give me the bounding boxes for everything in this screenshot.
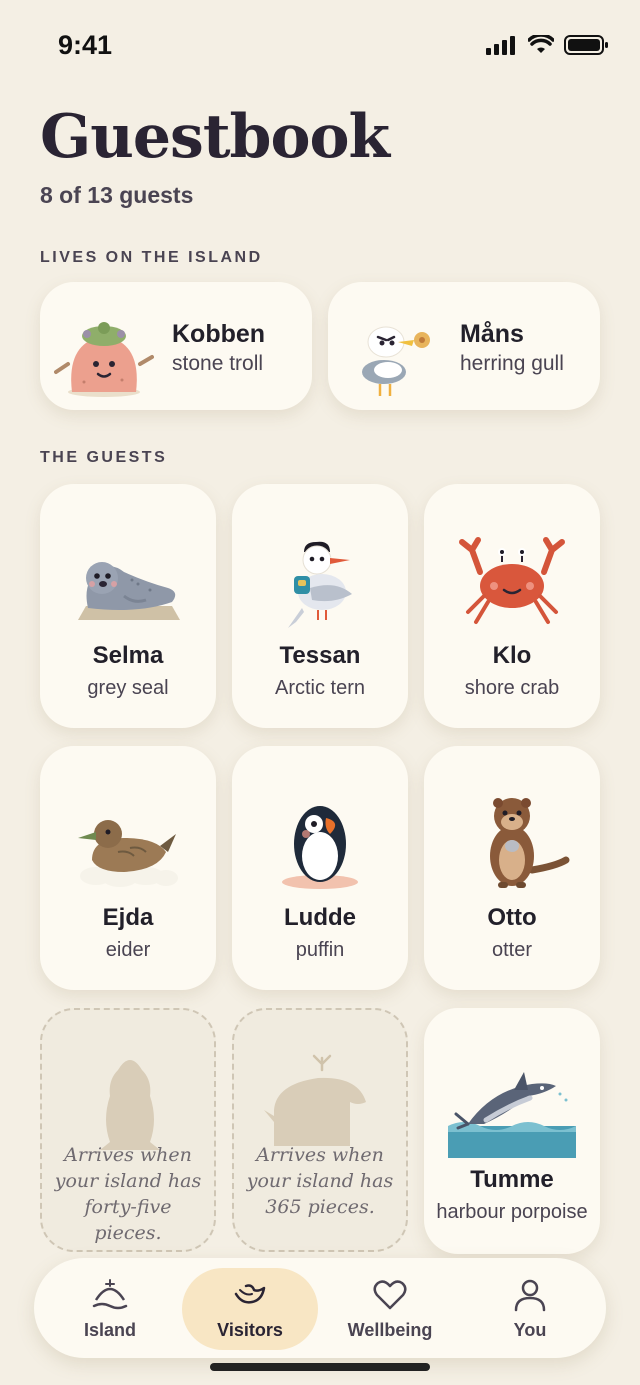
section-label-guests: THE GUESTS: [40, 449, 168, 466]
eider-icon: [78, 820, 178, 887]
guest-card-tessan[interactable]: Tessan Arctic tern: [232, 484, 408, 728]
signal-icon: [486, 36, 515, 55]
resident-kind: herring gull: [460, 352, 564, 375]
guest-card-ludde[interactable]: Ludde puffin: [232, 746, 408, 990]
guest-kind: grey seal: [87, 677, 169, 699]
home-indicator: [210, 1363, 430, 1371]
resident-name: Måns: [460, 320, 524, 348]
status-time: 9:41: [58, 30, 113, 60]
guest-card-ejda[interactable]: Ejda eider: [40, 746, 216, 990]
tab-bar: Island Visitors Wellbeing You: [34, 1258, 606, 1358]
tab-label: Visitors: [217, 1320, 283, 1340]
guest-card-tumme[interactable]: Tumme harbour porpoise: [424, 1008, 600, 1254]
bird-icon: [234, 1284, 266, 1304]
guest-kind: Arctic tern: [274, 677, 366, 699]
owl-silhouette-icon: [100, 1060, 160, 1150]
guest-name: Selma: [92, 642, 164, 669]
guest-name: Ludde: [284, 904, 356, 931]
guest-kind: puffin: [295, 939, 345, 961]
page-title: Guestbook: [40, 102, 390, 172]
locked-guest-message: Arrives when your island has 365 pieces.: [246, 1144, 394, 1218]
resident-kind: stone troll: [172, 352, 264, 375]
tab-label: Island: [83, 1320, 136, 1340]
island-icon: [92, 1279, 128, 1310]
tab-visitors[interactable]: Visitors: [182, 1268, 318, 1350]
locked-guest-message: Arrives when your island has forty-five …: [54, 1144, 202, 1244]
guest-name: Tessan: [279, 642, 361, 669]
heart-icon: [373, 1280, 407, 1310]
guest-card-klo[interactable]: Klo shore crab: [424, 484, 600, 728]
guest-card-selma[interactable]: Selma grey seal: [40, 484, 216, 728]
resident-name: Kobben: [172, 320, 266, 348]
guest-name: Tumme: [470, 1166, 554, 1193]
guest-count: 8 of 13 guests: [40, 182, 194, 208]
guest-kind: harbour porpoise: [436, 1201, 588, 1223]
status-icons: [486, 34, 610, 56]
person-icon: [514, 1279, 546, 1312]
section-label-residents: LIVES ON THE ISLAND: [40, 249, 263, 266]
tab-label: Wellbeing: [347, 1320, 433, 1340]
guest-card-otto[interactable]: Otto otter: [424, 746, 600, 990]
shore-crab-icon: [459, 537, 565, 624]
locked-guest-card-2[interactable]: Arrives when your island has 365 pieces.: [232, 1008, 408, 1252]
grey-seal-icon: [78, 562, 180, 620]
tab-label: You: [513, 1320, 547, 1340]
puffin-icon: [282, 806, 358, 889]
resident-card-mans[interactable]: Måns herring gull: [328, 282, 600, 410]
guest-name: Klo: [492, 642, 532, 669]
tab-wellbeing[interactable]: Wellbeing: [322, 1268, 458, 1350]
tab-island[interactable]: Island: [42, 1268, 178, 1350]
battery-icon: [564, 35, 608, 55]
guest-name: Otto: [487, 904, 537, 931]
guest-kind: otter: [491, 939, 533, 961]
wifi-icon: [528, 35, 554, 53]
herring-gull-icon: [362, 326, 430, 396]
locked-guest-card-1[interactable]: Arrives when your island has forty-five …: [40, 1008, 216, 1252]
guest-kind: shore crab: [464, 677, 560, 699]
status-bar: 9:41: [0, 0, 640, 90]
resident-card-kobben[interactable]: Kobben stone troll: [40, 282, 312, 410]
whale-silhouette-icon: [264, 1054, 366, 1146]
tab-you[interactable]: You: [462, 1268, 598, 1350]
guest-kind: eider: [105, 939, 151, 961]
arctic-tern-icon: [288, 541, 352, 628]
stone-troll-icon: [54, 322, 154, 397]
otter-icon: [490, 798, 570, 888]
guest-name: Ejda: [102, 904, 154, 931]
harbour-porpoise-icon: [448, 1072, 576, 1158]
